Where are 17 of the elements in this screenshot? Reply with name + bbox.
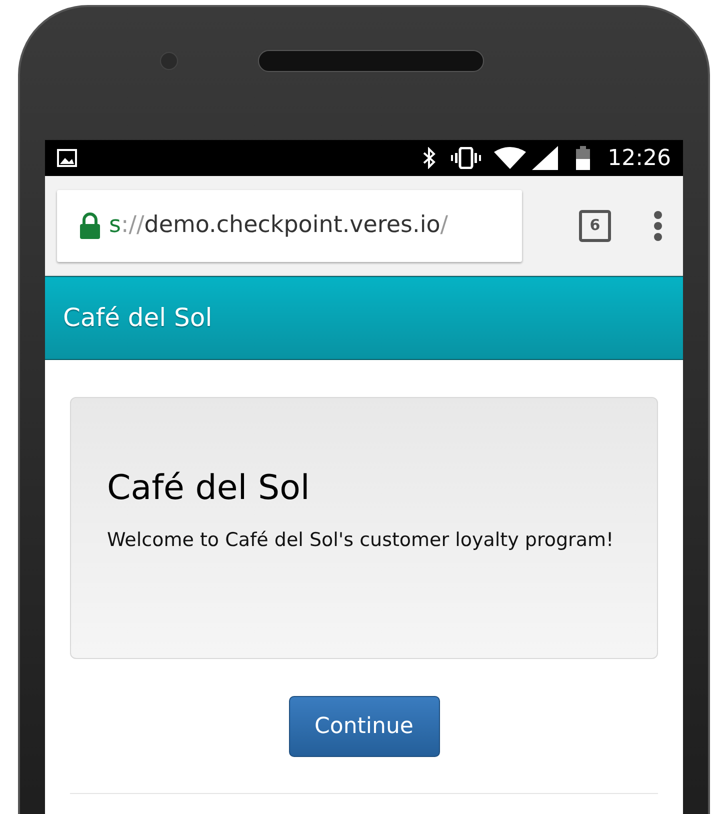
camera-icon [160,52,178,70]
image-icon [57,149,77,167]
status-time: 12:26 [608,144,671,172]
battery-icon [576,146,590,170]
app-title: Café del Sol [63,302,212,334]
lock-icon [79,212,101,240]
vibrate-icon [450,147,482,169]
signal-icon [532,146,558,170]
address-field[interactable]: s://demo.checkpoint.veres.io/ [57,190,522,262]
menu-icon[interactable] [653,210,663,242]
tab-count-button[interactable]: 6 [579,210,611,242]
bluetooth-icon [422,147,436,169]
wifi-icon [494,147,526,169]
url-text: s://demo.checkpoint.veres.io/ [109,211,448,240]
card-heading: Café del Sol [107,468,311,508]
continue-button[interactable]: Continue [288,696,440,757]
welcome-text: Welcome to Café del Sol's customer loyalty program! [107,528,615,553]
